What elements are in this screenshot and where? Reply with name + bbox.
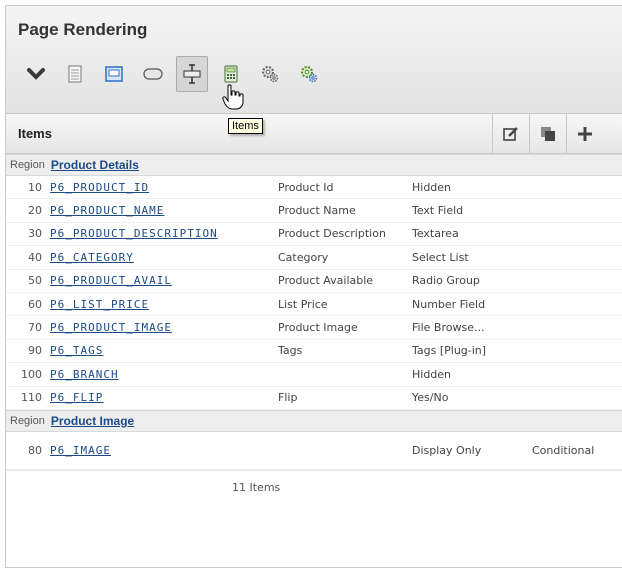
items-list: Region Product Details 10 P6_PRODUCT_ID …: [6, 154, 622, 470]
items-tooltip: Items: [228, 118, 263, 134]
items-header: Items: [6, 114, 622, 154]
document-icon: [68, 65, 82, 83]
hand-cursor-icon: [222, 84, 244, 110]
list-item: 30 P6_PRODUCT_DESCRIPTION Product Descri…: [6, 223, 622, 247]
region-icon: [105, 66, 123, 82]
items-title: Items: [18, 126, 52, 141]
edit-button[interactable]: [492, 114, 529, 154]
list-item: 60 P6_LIST_PRICE List Price Number Field: [6, 293, 622, 317]
item-sequence: 80: [28, 443, 42, 457]
item-type: Textarea: [412, 227, 459, 241]
item-label: Product Name: [278, 204, 356, 218]
item-label: List Price: [278, 297, 328, 311]
item-name-link[interactable]: P6_FLIP: [50, 391, 103, 404]
item-sequence: 30: [28, 227, 42, 241]
gear-process-icon: [262, 66, 279, 83]
page-rendering-title: Page Rendering: [18, 20, 148, 39]
list-item: 10 P6_PRODUCT_ID Product Id Hidden: [6, 176, 622, 200]
add-button[interactable]: [566, 114, 603, 154]
processes-button[interactable]: [254, 56, 286, 92]
calculator-icon: [224, 65, 238, 83]
item-icon: [183, 64, 201, 84]
buttons-button[interactable]: [137, 56, 169, 92]
item-label: Flip: [278, 391, 298, 405]
page-rendering-header: Page Rendering: [6, 6, 622, 114]
region-header: Region Product Image: [6, 409, 622, 432]
item-type: Text Field: [412, 204, 464, 218]
page-button[interactable]: [59, 56, 91, 92]
region-label: Region: [10, 414, 45, 427]
item-sequence: 40: [28, 250, 42, 264]
item-name-link[interactable]: P6_CATEGORY: [50, 251, 134, 264]
item-name-link[interactable]: P6_IMAGE: [50, 444, 111, 457]
button-icon: [143, 68, 163, 80]
item-name-link[interactable]: P6_TAGS: [50, 344, 103, 357]
item-name-link[interactable]: P6_LIST_PRICE: [50, 298, 149, 311]
list-item: 40 P6_CATEGORY Category Select List: [6, 246, 622, 270]
page-rendering-panel: Page Rendering Items Region Product Deta…: [5, 5, 622, 568]
items-button[interactable]: [176, 56, 208, 92]
items-count: 11 Items: [232, 480, 281, 494]
item-label: Product Image: [278, 321, 358, 335]
item-name-link[interactable]: P6_PRODUCT_NAME: [50, 204, 164, 217]
region-link[interactable]: Product Details: [51, 158, 139, 172]
item-type: File Browse...: [412, 321, 485, 335]
page-rendering-toolbar: [20, 54, 332, 94]
item-sequence: 100: [21, 367, 42, 381]
item-type: Yes/No: [412, 391, 449, 405]
region-label: Region: [10, 159, 45, 171]
region-header: Region Product Details: [6, 154, 622, 176]
list-item: 80 P6_IMAGE Display Only Conditional: [6, 432, 622, 470]
list-item: 90 P6_TAGS Tags Tags [Plug-in]: [6, 340, 622, 364]
list-item: 20 P6_PRODUCT_NAME Product Name Text Fie…: [6, 199, 622, 223]
list-item: 70 P6_PRODUCT_IMAGE Product Image File B…: [6, 316, 622, 340]
plus-icon: [578, 127, 592, 141]
collapse-button[interactable]: [20, 56, 52, 92]
gear-green-icon: [301, 66, 318, 83]
item-type: Tags [Plug-in]: [412, 344, 487, 358]
region-link[interactable]: Product Image: [51, 414, 134, 428]
item-type: Hidden: [412, 367, 452, 381]
item-label: Tags: [278, 344, 303, 358]
item-sequence: 110: [21, 391, 42, 405]
list-item: 50 P6_PRODUCT_AVAIL Product Available Ra…: [6, 270, 622, 293]
item-sequence: 70: [28, 321, 42, 335]
dynamic-actions-button[interactable]: [293, 56, 325, 92]
item-name-link[interactable]: P6_PRODUCT_DESCRIPTION: [50, 227, 218, 240]
item-name-link[interactable]: P6_PRODUCT_IMAGE: [50, 321, 172, 334]
item-condition: Conditional: [532, 443, 595, 457]
item-label: Product Available: [278, 274, 374, 288]
copy-icon: [541, 127, 555, 141]
item-type: Display Only: [412, 443, 482, 457]
item-sequence: 10: [28, 180, 42, 194]
item-label: Category: [278, 250, 329, 264]
copy-button[interactable]: [529, 114, 566, 154]
items-footer: 11 Items: [6, 469, 622, 504]
item-sequence: 60: [28, 297, 42, 311]
item-type: Select List: [412, 250, 469, 264]
items-actions: [492, 114, 603, 154]
item-sequence: 20: [28, 204, 42, 218]
item-name-link[interactable]: P6_BRANCH: [50, 368, 119, 381]
item-type: Number Field: [412, 297, 486, 311]
item-label: Product Id: [278, 180, 334, 194]
chevron-down-icon: [27, 68, 45, 80]
list-item: 110 P6_FLIP Flip Yes/No: [6, 387, 622, 410]
edit-icon: [503, 127, 518, 141]
item-sequence: 50: [28, 274, 42, 288]
item-type: Radio Group: [412, 274, 480, 288]
item-sequence: 90: [28, 344, 42, 358]
item-label: Product Description: [278, 227, 386, 241]
item-name-link[interactable]: P6_PRODUCT_AVAIL: [50, 274, 172, 287]
regions-button[interactable]: [98, 56, 130, 92]
item-type: Hidden: [412, 180, 452, 194]
list-item: 100 P6_BRANCH Hidden: [6, 363, 622, 387]
item-name-link[interactable]: P6_PRODUCT_ID: [50, 181, 149, 194]
